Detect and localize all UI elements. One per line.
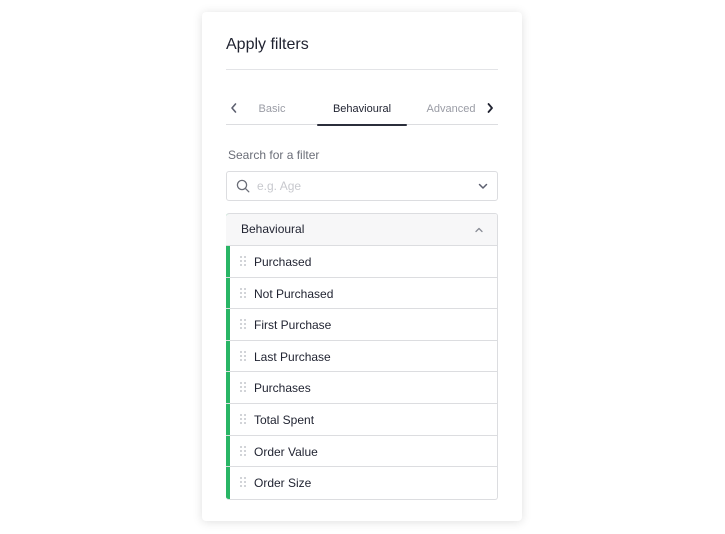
filter-list: Behavioural Purchased Not Purchased First …	[226, 213, 498, 500]
tab-advanced[interactable]: Advanced	[422, 103, 480, 115]
filter-item[interactable]: First Purchase	[226, 309, 497, 341]
tab-behavioural[interactable]: Behavioural	[317, 103, 407, 115]
drag-handle-icon[interactable]	[240, 256, 246, 266]
tabs-next-button[interactable]	[482, 100, 498, 116]
drag-handle-icon[interactable]	[240, 445, 246, 456]
filter-item[interactable]: Not Purchased	[226, 278, 497, 310]
filter-items: Purchased Not Purchased First Purchase Last…	[226, 246, 497, 499]
drag-handle-icon[interactable]	[240, 477, 246, 488]
filter-item-label: Not Purchased	[254, 286, 334, 301]
group-header-label: Behavioural	[241, 222, 305, 236]
filter-item-label: First Purchase	[254, 318, 332, 333]
drag-handle-icon[interactable]	[240, 413, 246, 424]
filter-item-label: Order Size	[254, 476, 312, 491]
filter-item-label: Order Value	[254, 444, 318, 459]
tabs-prev-button[interactable]	[226, 100, 242, 116]
panel-title: Apply filters	[226, 36, 309, 53]
chevron-left-icon	[231, 103, 237, 113]
drag-handle-icon[interactable]	[240, 382, 246, 393]
filter-item[interactable]: Order Value	[226, 436, 497, 468]
filter-item-label: Total Spent	[254, 412, 315, 427]
title-divider	[226, 69, 498, 70]
group-header-behavioural[interactable]: Behavioural	[226, 214, 497, 246]
drag-handle-icon[interactable]	[240, 287, 246, 298]
active-tab-indicator	[317, 124, 407, 126]
search-label: Search for a filter	[228, 148, 320, 162]
filter-item[interactable]: Order Size	[226, 467, 497, 499]
chevron-down-icon[interactable]	[477, 180, 489, 192]
drag-handle-icon[interactable]	[240, 350, 246, 361]
filter-item-label: Purchased	[254, 255, 312, 269]
filter-item[interactable]: Total Spent	[226, 404, 497, 436]
filter-item[interactable]: Purchases	[226, 372, 497, 404]
filter-panel: Apply filters Basic Behavioural Advanced…	[202, 12, 522, 521]
tab-basic[interactable]: Basic	[252, 103, 292, 115]
drag-handle-icon[interactable]	[240, 319, 246, 330]
chevron-right-icon	[487, 103, 493, 113]
filter-item[interactable]: Purchased	[226, 246, 497, 278]
search-input[interactable]	[257, 176, 457, 196]
filter-item-label: Last Purchase	[254, 349, 331, 364]
filter-search-box[interactable]	[226, 171, 498, 201]
chevron-up-icon[interactable]	[473, 224, 485, 236]
filter-tabs: Basic Behavioural Advanced	[226, 97, 498, 126]
filter-item[interactable]: Last Purchase	[226, 341, 497, 373]
filter-item-label: Purchases	[254, 381, 311, 396]
search-icon	[236, 179, 250, 193]
